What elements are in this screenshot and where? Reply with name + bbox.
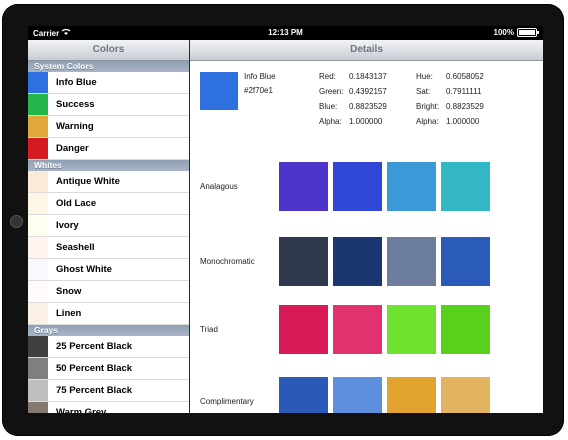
colors-list-pane: Colors System Colors Info Blue Success Warn… — [28, 40, 190, 413]
scheme-swatch — [279, 305, 328, 354]
color-swatch — [28, 303, 48, 324]
color-list-item[interactable]: Success — [28, 94, 189, 116]
color-list-item[interactable]: 50 Percent Black — [28, 358, 189, 380]
color-list-item[interactable]: 25 Percent Black — [28, 336, 189, 358]
color-list-item-label: Ivory — [56, 220, 79, 231]
scheme-label: Triad — [200, 325, 218, 334]
scheme-swatch — [387, 377, 436, 413]
color-list-item[interactable]: Ghost White — [28, 259, 189, 281]
selected-color-swatch — [200, 72, 238, 110]
color-list-item-label: 50 Percent Black — [56, 363, 133, 374]
battery-icon — [517, 28, 539, 37]
scheme-swatch — [333, 162, 382, 211]
color-list-item-label: Info Blue — [56, 77, 97, 88]
scheme-label: Monochromatic — [200, 257, 255, 266]
alpha-value: Alpha: 1.000000 — [319, 117, 383, 126]
scheme-swatch — [441, 162, 490, 211]
color-list-item[interactable]: Warm Grey — [28, 402, 189, 413]
color-swatch — [28, 358, 48, 379]
color-swatch — [28, 72, 48, 93]
home-button[interactable] — [10, 215, 23, 228]
scheme-swatch-row — [279, 162, 490, 211]
blue-value: Blue: 0.8823529 — [319, 102, 387, 111]
scheme-swatch-row — [279, 305, 490, 354]
scheme-swatch — [279, 162, 328, 211]
color-list-item[interactable]: Seashell — [28, 237, 189, 259]
color-list-item-label: 25 Percent Black — [56, 341, 133, 352]
color-swatch — [28, 380, 48, 401]
color-list-item[interactable]: Ivory — [28, 215, 189, 237]
red-value: Red: 0.1843137 — [319, 72, 387, 81]
scheme-swatch-row — [279, 237, 490, 286]
selected-color-name: Info Blue — [244, 72, 276, 81]
color-list-item-label: 75 Percent Black — [56, 385, 133, 396]
scheme-swatch — [441, 237, 490, 286]
screen: Carrier 12:13 PM 100% Colors System Colo… — [28, 26, 543, 413]
color-swatch — [28, 336, 48, 357]
color-list-item[interactable]: Snow — [28, 281, 189, 303]
color-swatch — [28, 193, 48, 214]
details-nav-title: Details — [190, 40, 543, 61]
color-list-item[interactable]: Antique White — [28, 171, 189, 193]
color-list-item-label: Ghost White — [56, 264, 112, 275]
scheme-swatch — [387, 162, 436, 211]
scheme-label: Complimentary — [200, 397, 254, 406]
color-list-item-label: Seashell — [56, 242, 95, 253]
color-swatch — [28, 171, 48, 192]
color-list-item[interactable]: Old Lace — [28, 193, 189, 215]
section-header: System Colors — [28, 61, 189, 72]
color-list-item-label: Old Lace — [56, 198, 97, 209]
hue-value: Hue: 0.6058052 — [416, 72, 484, 81]
green-value: Green: 0.4392157 — [319, 87, 387, 96]
status-bar: Carrier 12:13 PM 100% — [28, 26, 543, 40]
color-list-item-label: Antique White — [56, 176, 120, 187]
scheme-swatch — [387, 237, 436, 286]
color-swatch — [28, 215, 48, 236]
scheme-swatch — [387, 305, 436, 354]
ipad-frame: Carrier 12:13 PM 100% Colors System Colo… — [2, 4, 564, 436]
color-list-item[interactable]: 75 Percent Black — [28, 380, 189, 402]
scheme-label: Analagous — [200, 182, 238, 191]
scheme-swatch — [333, 237, 382, 286]
color-list-item[interactable]: Danger — [28, 138, 189, 160]
scheme-swatch — [333, 305, 382, 354]
scheme-swatch — [441, 377, 490, 413]
battery-status: 100% — [493, 28, 539, 37]
color-swatch — [28, 116, 48, 137]
scheme-swatch — [279, 377, 328, 413]
color-list-item-label: Warm Grey — [56, 407, 107, 413]
color-swatch — [28, 259, 48, 280]
color-swatch — [28, 94, 48, 115]
color-list-item[interactable]: Linen — [28, 303, 189, 325]
color-list-item-label: Snow — [56, 286, 82, 297]
color-list-item[interactable]: Warning — [28, 116, 189, 138]
color-list-item[interactable]: Info Blue — [28, 72, 189, 94]
scheme-swatch-row — [279, 377, 490, 413]
scheme-swatch — [279, 237, 328, 286]
color-swatch — [28, 237, 48, 258]
color-list-item-label: Linen — [56, 308, 82, 319]
colors-nav-title: Colors — [28, 40, 189, 61]
color-swatch — [28, 402, 48, 413]
time-label: 12:13 PM — [268, 28, 303, 37]
color-swatch — [28, 138, 48, 159]
color-list-item-label: Warning — [56, 121, 94, 132]
colors-list: System Colors Info Blue Success Warning Dang… — [28, 61, 189, 413]
hsb-alpha-value: Alpha: 1.000000 — [416, 117, 480, 126]
scheme-swatch — [333, 377, 382, 413]
details-pane: Details Info Blue #2f70e1 Red: 0.1843137 … — [190, 40, 543, 413]
section-header: Whites — [28, 160, 189, 171]
section-header: Grays — [28, 325, 189, 336]
color-list-item-label: Danger — [56, 143, 89, 154]
brightness-value: Bright: 0.8823529 — [416, 102, 484, 111]
selected-color-hex: #2f70e1 — [244, 86, 273, 95]
color-swatch — [28, 281, 48, 302]
scheme-swatch — [441, 305, 490, 354]
saturation-value: Sat: 0.7911111 — [416, 87, 482, 96]
color-list-item-label: Success — [56, 99, 95, 110]
battery-percent: 100% — [493, 28, 514, 37]
